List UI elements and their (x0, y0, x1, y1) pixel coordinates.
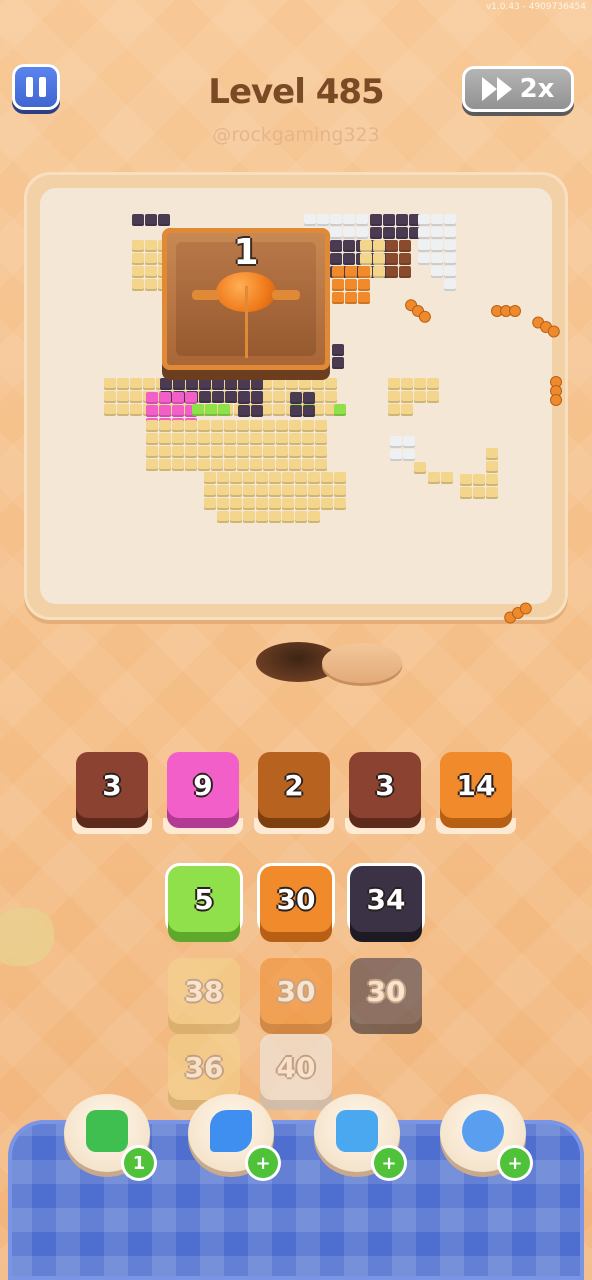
hole-cover (322, 643, 402, 683)
queue-tile[interactable]: 3 (76, 752, 148, 818)
grid-tile[interactable]: 34 (350, 866, 422, 932)
grid-tile[interactable]: 30 (260, 866, 332, 932)
powerup-badge: 1 (124, 1148, 154, 1178)
grid-tile[interactable]: 5 (168, 866, 240, 932)
ant-icon (492, 304, 520, 318)
add-slot-powerup-button[interactable]: 1 (64, 1094, 154, 1178)
decorative-leaf (0, 908, 54, 966)
queue-slot (254, 818, 334, 834)
speed-label: 2x (519, 74, 555, 104)
grid-tile[interactable]: 40 (260, 1034, 332, 1100)
grid-tile[interactable]: 38 (168, 958, 240, 1024)
queue-tile[interactable]: 2 (258, 752, 330, 818)
treasure-crate[interactable]: 1 (162, 228, 330, 370)
ant-icon (549, 377, 563, 405)
grid-tile[interactable]: 30 (260, 958, 332, 1024)
speed-button[interactable]: 2x (462, 66, 574, 112)
bomb-icon (462, 1110, 504, 1152)
version-label: v1.0.43 - 4909736454 (485, 2, 586, 12)
queue-tile[interactable]: 9 (167, 752, 239, 818)
crate-count: 1 (233, 232, 259, 273)
add-slot-icon (86, 1110, 128, 1152)
magnet-powerup-button[interactable]: + (314, 1094, 404, 1178)
crate-strap-left (192, 290, 220, 300)
powerup-badge: + (500, 1148, 530, 1178)
shuffle-powerup-button[interactable]: + (188, 1094, 278, 1178)
queue-slot (436, 818, 516, 834)
fast-forward-icon (481, 77, 512, 101)
queue-slot (163, 818, 243, 834)
queue-slot (345, 818, 425, 834)
grid-tile[interactable]: 30 (350, 958, 422, 1024)
powerup-badge: + (374, 1148, 404, 1178)
crate-seam (245, 286, 248, 358)
shuffle-icon (210, 1110, 252, 1152)
queue-tile[interactable]: 14 (440, 752, 512, 818)
grid-tile[interactable]: 36 (168, 1034, 240, 1100)
crate-strap-right (272, 290, 300, 300)
powerup-badge: + (248, 1148, 278, 1178)
queue-slot (72, 818, 152, 834)
queue-tile[interactable]: 3 (349, 752, 421, 818)
magnet-icon (336, 1110, 378, 1152)
watermark-handle: @rockgaming323 (212, 124, 380, 146)
bomb-powerup-button[interactable]: + (440, 1094, 530, 1178)
